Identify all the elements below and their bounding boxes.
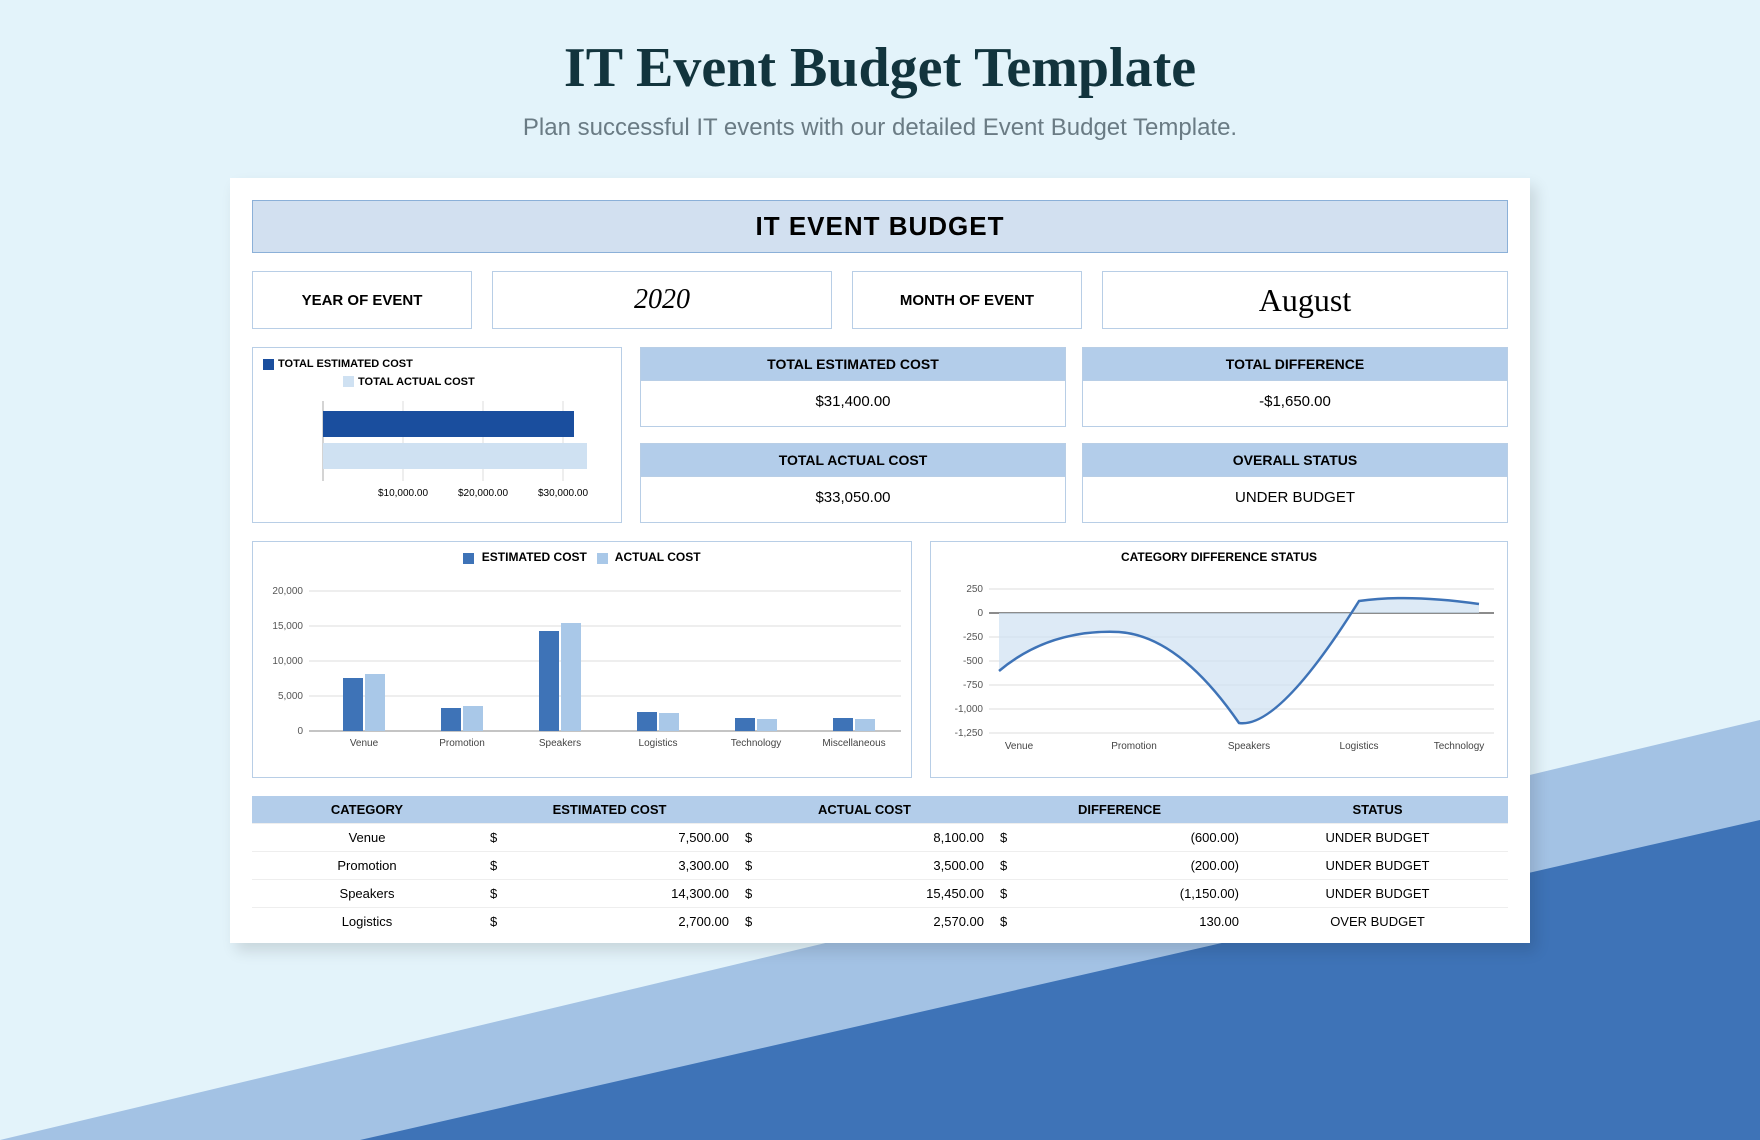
kpi-actual: TOTAL ACTUAL COST$33,050.00 <box>640 443 1066 523</box>
svg-text:-1,250: -1,250 <box>955 728 984 739</box>
kpi-estimated: TOTAL ESTIMATED COST$31,400.00 <box>640 347 1066 427</box>
table-row: Logistics$2,700.00$2,570.00$130.00OVER B… <box>252 907 1508 935</box>
svg-text:Venue: Venue <box>1005 741 1034 752</box>
svg-text:20,000: 20,000 <box>272 586 303 597</box>
template-card: IT EVENT BUDGET YEAR OF EVENT 2020 MONTH… <box>230 178 1530 943</box>
svg-text:Speakers: Speakers <box>1228 741 1270 752</box>
svg-text:0: 0 <box>977 608 983 619</box>
table-row: Promotion$3,300.00$3,500.00$(200.00)UNDE… <box>252 851 1508 879</box>
svg-text:-500: -500 <box>963 656 983 667</box>
svg-text:$10,000.00: $10,000.00 <box>378 488 428 499</box>
svg-text:Promotion: Promotion <box>439 738 485 749</box>
mini-bar-chart: TOTAL ESTIMATED COST TOTAL ACTUAL COST $… <box>252 347 622 523</box>
svg-text:Promotion: Promotion <box>1111 741 1157 752</box>
budget-table: CATEGORY ESTIMATED COST ACTUAL COST DIFF… <box>252 796 1508 935</box>
table-row: Speakers$14,300.00$15,450.00$(1,150.00)U… <box>252 879 1508 907</box>
svg-text:Logistics: Logistics <box>1340 741 1379 752</box>
kpi-difference: TOTAL DIFFERENCE-$1,650.00 <box>1082 347 1508 427</box>
month-value: August <box>1102 271 1508 329</box>
svg-text:-750: -750 <box>963 680 983 691</box>
banner-title: IT EVENT BUDGET <box>252 200 1508 253</box>
svg-text:$30,000.00: $30,000.00 <box>538 488 588 499</box>
grouped-bar-chart: ESTIMATED COST ACTUAL COST 20,000 15,000… <box>252 541 912 778</box>
year-label: YEAR OF EVENT <box>252 271 472 329</box>
svg-text:Technology: Technology <box>731 738 782 749</box>
svg-text:-250: -250 <box>963 632 983 643</box>
svg-text:10,000: 10,000 <box>272 656 303 667</box>
page-title: IT Event Budget Template <box>0 36 1760 100</box>
month-label: MONTH OF EVENT <box>852 271 1082 329</box>
difference-line-chart: CATEGORY DIFFERENCE STATUS 2500 -250-500… <box>930 541 1508 778</box>
kpi-status: OVERALL STATUSUNDER BUDGET <box>1082 443 1508 523</box>
year-value: 2020 <box>492 271 832 329</box>
mini-bar-svg: $10,000.00 $20,000.00 $30,000.00 <box>263 391 611 511</box>
svg-text:Venue: Venue <box>350 738 379 749</box>
svg-text:Technology: Technology <box>1434 741 1485 752</box>
svg-text:Logistics: Logistics <box>639 738 678 749</box>
svg-text:0: 0 <box>297 726 303 737</box>
svg-text:15,000: 15,000 <box>272 621 303 632</box>
svg-text:Speakers: Speakers <box>539 738 581 749</box>
legend-estimated: TOTAL ESTIMATED COST <box>278 358 413 370</box>
svg-text:-1,000: -1,000 <box>955 704 984 715</box>
svg-text:250: 250 <box>966 584 983 595</box>
svg-text:$20,000.00: $20,000.00 <box>458 488 508 499</box>
page-subtitle: Plan successful IT events with our detai… <box>0 114 1760 142</box>
table-row: Venue$7,500.00$8,100.00$(600.00)UNDER BU… <box>252 823 1508 851</box>
legend-actual: TOTAL ACTUAL COST <box>358 376 475 388</box>
svg-text:5,000: 5,000 <box>278 691 303 702</box>
svg-text:Miscellaneous: Miscellaneous <box>822 738 885 749</box>
